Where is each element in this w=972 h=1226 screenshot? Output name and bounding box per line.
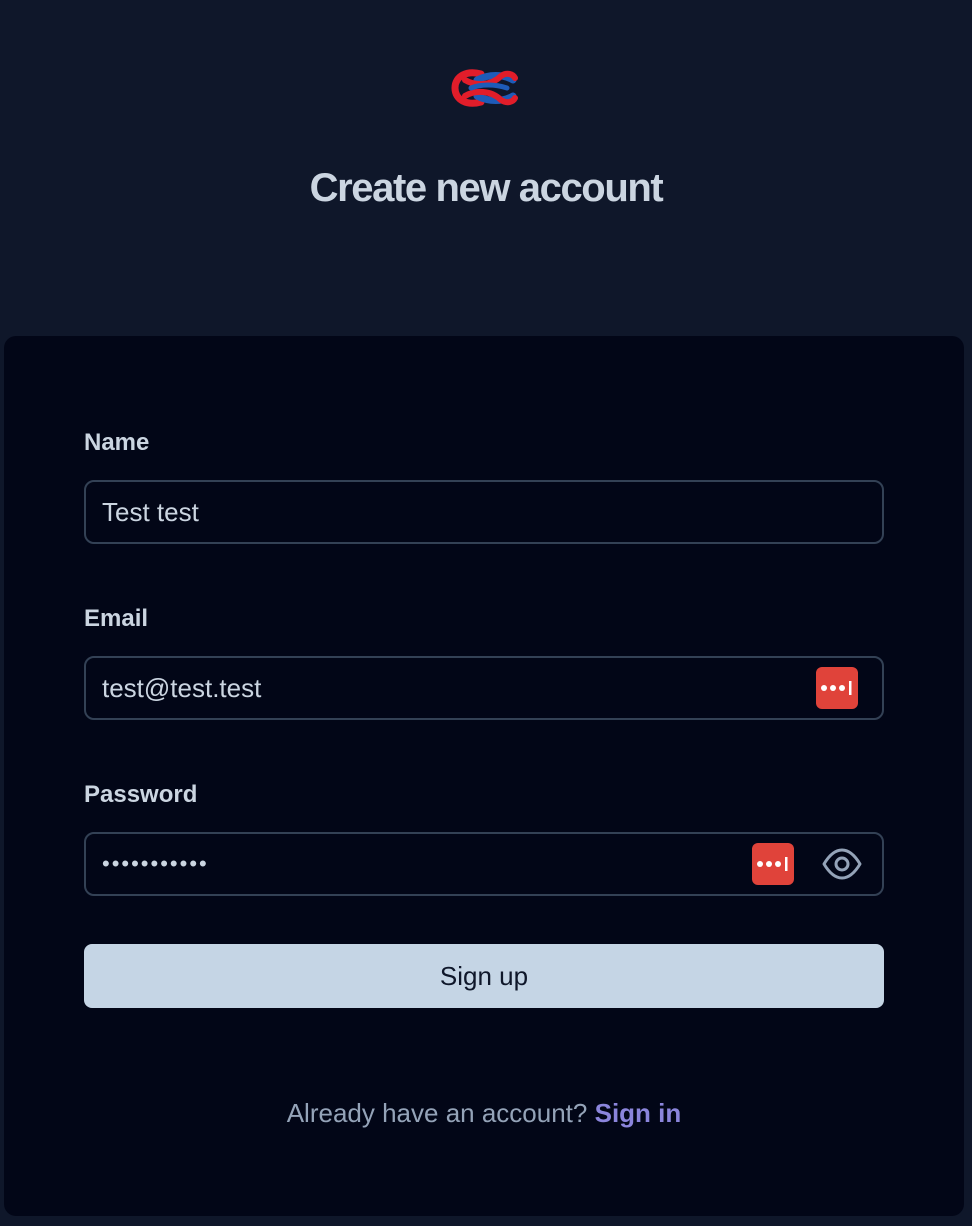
- knot-logo-icon: [451, 69, 518, 107]
- sign-in-prompt: Already have an account? Sign in: [4, 1096, 964, 1130]
- password-manager-icon[interactable]: [752, 843, 794, 885]
- sign-up-button[interactable]: Sign up: [84, 944, 884, 1008]
- show-password-eye-icon[interactable]: [822, 846, 862, 882]
- sign-in-link[interactable]: Sign in: [595, 1098, 682, 1128]
- email-field[interactable]: [84, 656, 884, 720]
- app-logo: [451, 66, 519, 110]
- name-label: Name: [84, 429, 150, 456]
- password-manager-icon[interactable]: [816, 667, 858, 709]
- email-input[interactable]: [102, 658, 802, 718]
- email-label: Email: [84, 605, 149, 632]
- signup-card: Name Email Password: [4, 336, 964, 1216]
- name-field[interactable]: [84, 480, 884, 544]
- password-input[interactable]: [102, 834, 702, 894]
- name-input[interactable]: [102, 482, 862, 542]
- password-label: Password: [84, 781, 198, 808]
- page-title: Create new account: [309, 166, 664, 210]
- password-field[interactable]: [84, 832, 884, 896]
- sign-in-prompt-text: Already have an account?: [286, 1098, 588, 1128]
